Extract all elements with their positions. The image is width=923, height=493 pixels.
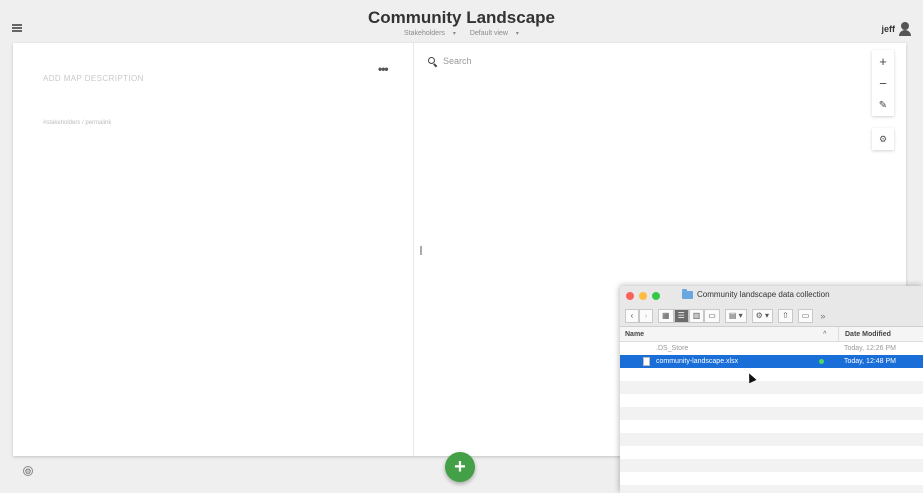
zoom-toolbar: + − ✎ bbox=[872, 50, 894, 116]
empty-row bbox=[620, 472, 923, 485]
column-view-icon[interactable]: ▥ bbox=[688, 308, 705, 323]
description-panel: ADD MAP DESCRIPTION ••• #stakeholders / … bbox=[13, 43, 414, 456]
file-date: Today, 12:26 PM bbox=[844, 345, 897, 352]
finder-titlebar[interactable]: Community landscape data collection bbox=[620, 286, 923, 305]
header: Community Landscape Stakeholders ▾ Defau… bbox=[0, 8, 923, 37]
view-selector[interactable]: Default view ▾ bbox=[467, 30, 522, 37]
file-date: Today, 12:48 PM bbox=[844, 358, 897, 365]
folder-icon bbox=[682, 288, 693, 299]
file-name: community-landscape.xlsx bbox=[656, 358, 739, 365]
name-column-header[interactable]: Name bbox=[625, 331, 644, 338]
file-row-selected[interactable]: community-landscape.xlsx Today, 12:48 PM bbox=[620, 355, 923, 368]
finder-window: Community landscape data collection ‹ › … bbox=[620, 286, 923, 493]
forward-arrow-icon[interactable]: › bbox=[639, 308, 653, 323]
search-input[interactable]: Search bbox=[428, 56, 472, 67]
empty-row bbox=[620, 485, 923, 493]
back-arrow-icon[interactable]: ‹ bbox=[625, 308, 639, 323]
empty-row bbox=[620, 394, 923, 407]
more-options-button[interactable]: ••• bbox=[378, 62, 389, 76]
finder-title-text: Community landscape data collection bbox=[697, 290, 830, 299]
file-name: .DS_Store bbox=[656, 345, 689, 352]
finder-title: Community landscape data collection bbox=[682, 288, 830, 299]
add-element-button[interactable]: + bbox=[445, 452, 475, 482]
empty-row bbox=[620, 381, 923, 394]
empty-row bbox=[620, 420, 923, 433]
panel-resize-handle[interactable] bbox=[420, 246, 422, 255]
subnav: Stakeholders ▾ Default view ▾ bbox=[0, 30, 923, 37]
action-gear-icon[interactable]: ⚙ ▾ bbox=[751, 308, 774, 323]
spreadsheet-file-icon bbox=[643, 357, 650, 366]
window-controls bbox=[626, 292, 660, 300]
chevron-double-right-icon[interactable]: » bbox=[820, 311, 825, 321]
green-tag-icon bbox=[819, 359, 824, 364]
close-window-button[interactable] bbox=[626, 292, 634, 300]
page-title: Community Landscape bbox=[367, 8, 556, 27]
map-description-field[interactable]: ADD MAP DESCRIPTION bbox=[43, 74, 144, 83]
date-column-header[interactable]: Date Modified bbox=[838, 327, 891, 341]
zoom-in-button[interactable]: + bbox=[872, 50, 894, 72]
search-icon bbox=[428, 56, 438, 67]
sort-indicator-icon: ^ bbox=[823, 331, 827, 337]
empty-row bbox=[620, 446, 923, 459]
settings-button[interactable]: ⚙ bbox=[872, 128, 894, 150]
map-selector[interactable]: Stakeholders ▾ bbox=[401, 30, 459, 37]
icon-view-icon[interactable]: ▦ bbox=[658, 308, 674, 323]
empty-row bbox=[620, 407, 923, 420]
arrange-icon[interactable]: ▤ ▾ bbox=[724, 308, 747, 323]
draw-tool-button[interactable]: ✎ bbox=[872, 94, 894, 116]
minimize-window-button[interactable] bbox=[639, 292, 647, 300]
zoom-out-button[interactable]: − bbox=[872, 72, 894, 94]
finder-toolbar: ‹ › ▦ ☰ ▥ ▭ ▤ ▾ ⚙ ▾ ⇧ ▭ » bbox=[620, 305, 923, 327]
file-row[interactable]: .DS_Store Today, 12:26 PM bbox=[620, 342, 923, 355]
user-name: jeff bbox=[881, 24, 896, 34]
column-header: Name ^ Date Modified bbox=[620, 327, 923, 342]
search-placeholder: Search bbox=[443, 56, 472, 66]
tag-icon[interactable]: ▭ bbox=[797, 308, 814, 323]
empty-row bbox=[620, 368, 923, 381]
share-icon[interactable]: ⇧ bbox=[778, 308, 793, 323]
permalink-link[interactable]: #stakeholders / permalink bbox=[43, 120, 111, 126]
empty-row bbox=[620, 459, 923, 472]
settings-gear-icon[interactable]: ⚙ bbox=[23, 466, 33, 476]
zoom-window-button[interactable] bbox=[652, 292, 660, 300]
gallery-view-icon[interactable]: ▭ bbox=[704, 308, 720, 323]
list-view-icon[interactable]: ☰ bbox=[673, 308, 689, 323]
empty-row bbox=[620, 433, 923, 446]
user-avatar-icon bbox=[898, 22, 912, 36]
user-menu[interactable]: jeff bbox=[882, 22, 913, 36]
